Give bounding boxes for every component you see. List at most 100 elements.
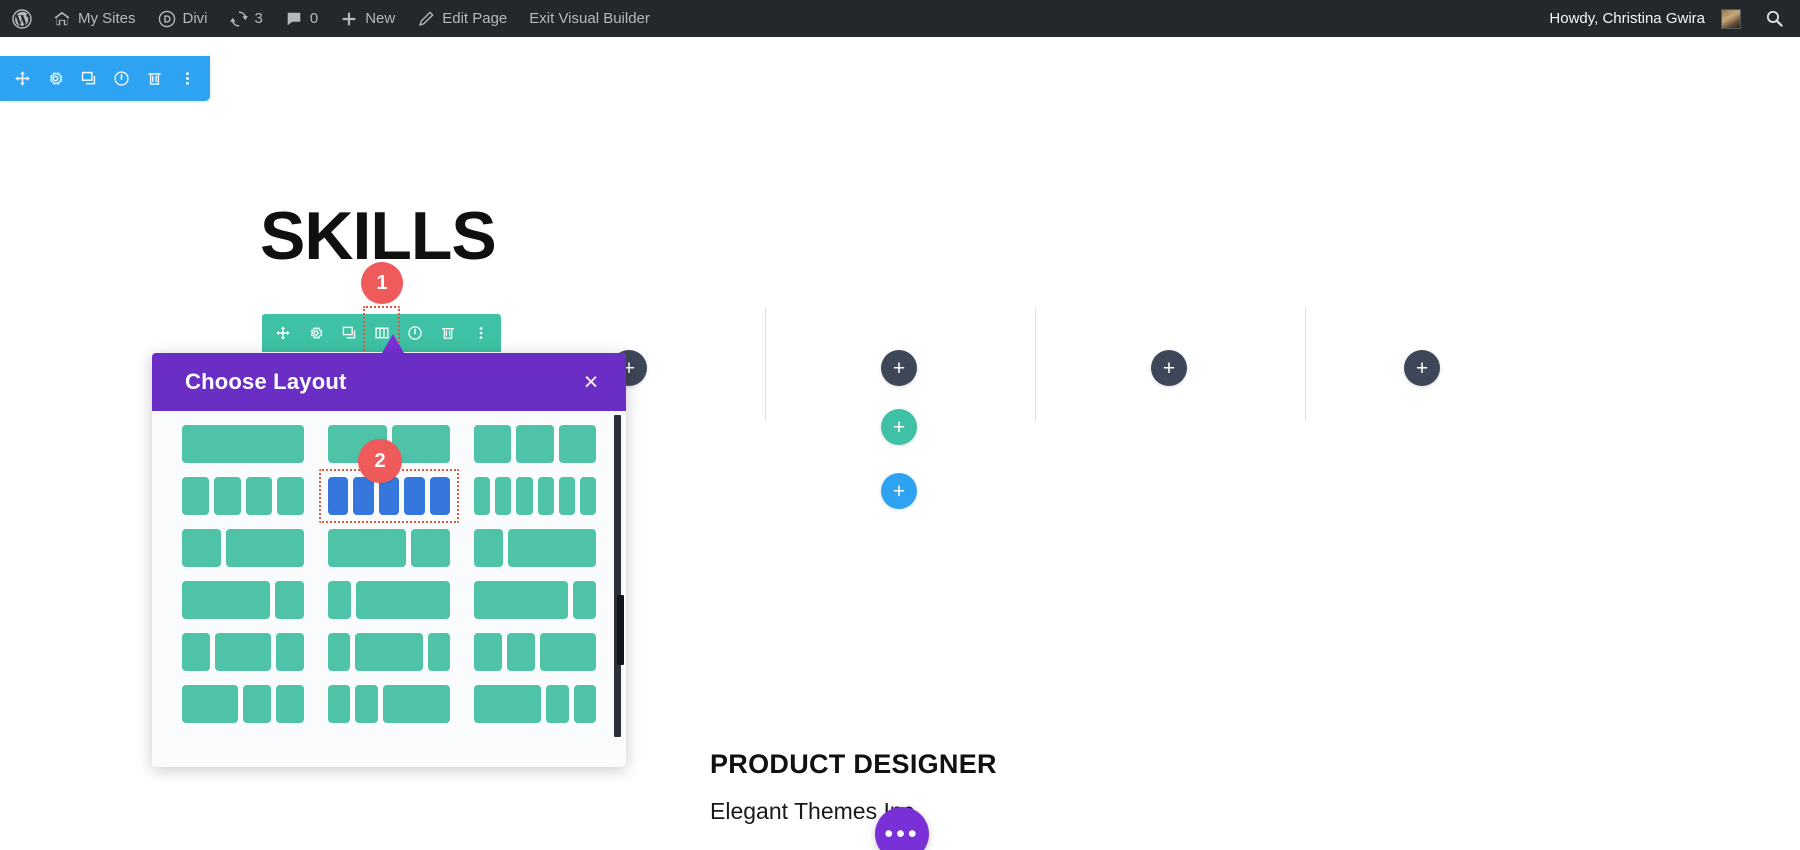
layout-cell	[226, 529, 304, 567]
layout-cell	[328, 581, 352, 619]
row-gear-icon[interactable]	[299, 314, 332, 352]
layout-option-0-0[interactable]	[182, 425, 304, 463]
updates-icon	[229, 10, 248, 28]
section-move-handle-icon[interactable]	[6, 56, 39, 101]
layout-row	[182, 633, 596, 671]
section-more-vertical-icon[interactable]	[171, 56, 204, 101]
layout-row	[182, 581, 596, 619]
layout-cell	[328, 633, 351, 671]
layout-cell	[382, 685, 451, 723]
adminbar-item-account[interactable]: Howdy, Christina Gwira	[1538, 0, 1752, 37]
layout-cell	[404, 477, 425, 515]
layout-option-2-0[interactable]	[182, 529, 304, 567]
layout-cell	[182, 477, 209, 515]
layout-cell	[516, 477, 533, 515]
row-more-vertical-icon[interactable]	[464, 314, 497, 352]
layout-option-4-2[interactable]	[474, 633, 596, 671]
layout-cell	[276, 685, 304, 723]
layout-option-0-2[interactable]	[474, 425, 596, 463]
adminbar-label-updates-count: 3	[254, 10, 263, 27]
layout-cell	[579, 477, 597, 515]
layout-cell	[245, 477, 273, 515]
adminbar-right-group: Howdy, Christina Gwira	[1538, 0, 1800, 37]
layout-cell	[213, 477, 241, 515]
modal-scrollbar-thumb[interactable]	[617, 595, 624, 665]
step-badge-2: 2	[358, 439, 402, 483]
plus-icon	[340, 10, 358, 28]
layout-option-3-0[interactable]	[182, 581, 304, 619]
layout-cell	[182, 529, 221, 567]
divi-floating-menu-button[interactable]: •••	[875, 807, 929, 850]
comments-icon	[285, 10, 303, 28]
layout-option-1-0[interactable]	[182, 477, 304, 515]
layout-cell	[572, 581, 596, 619]
layout-option-3-1[interactable]	[328, 581, 450, 619]
adminbar-item-search[interactable]	[1752, 0, 1800, 37]
layout-cell	[474, 685, 542, 723]
layout-cell	[182, 633, 210, 671]
layout-option-2-2[interactable]	[474, 529, 596, 567]
adminbar-item-wordpress[interactable]	[0, 0, 42, 37]
adminbar-item-new[interactable]: New	[329, 0, 406, 37]
layout-option-2-1[interactable]	[328, 529, 450, 567]
add-module-button-2[interactable]: +	[1151, 350, 1187, 386]
layout-cell	[182, 425, 304, 463]
layout-option-4-1[interactable]	[328, 633, 451, 671]
layout-cell	[182, 685, 238, 723]
row-move-handle-icon[interactable]	[266, 314, 299, 352]
layout-cell	[429, 477, 451, 515]
add-row-button[interactable]: +	[881, 409, 917, 445]
section-duplicate-icon[interactable]	[72, 56, 105, 101]
layout-cell	[355, 633, 423, 671]
layout-cell	[328, 529, 406, 567]
layout-cell	[546, 685, 569, 723]
column-divider-2	[1035, 308, 1036, 421]
howdy-label: Howdy, Christina Gwira	[1549, 10, 1705, 27]
layout-option-4-0[interactable]	[182, 633, 304, 671]
column-divider-3	[1305, 308, 1306, 421]
close-icon[interactable]: ×	[576, 367, 606, 397]
layout-option-5-0[interactable]	[182, 685, 304, 723]
layout-cell	[495, 477, 512, 515]
adminbar-label-edit-page: Edit Page	[442, 10, 508, 27]
layout-option-3-2[interactable]	[474, 581, 596, 619]
adminbar-item-my-sites[interactable]: My Sites	[42, 0, 147, 37]
layout-option-5-2[interactable]	[474, 685, 597, 723]
layout-cell	[537, 477, 554, 515]
layout-option-5-1[interactable]	[328, 685, 451, 723]
section-trash-icon[interactable]	[138, 56, 171, 101]
section-gear-icon[interactable]	[39, 56, 72, 101]
layout-option-1-2[interactable]	[474, 477, 597, 515]
layout-cell	[474, 581, 568, 619]
avatar	[1721, 8, 1741, 29]
row-trash-icon[interactable]	[431, 314, 464, 352]
add-section-button[interactable]: +	[881, 473, 917, 509]
add-module-button-3[interactable]: +	[1404, 350, 1440, 386]
layout-option-1-1[interactable]	[319, 469, 459, 523]
layout-row	[182, 685, 597, 723]
visual-builder-canvas: SKILLS NCE + + + + + + + PRODUCT DESIGNE…	[0, 37, 1800, 850]
adminbar-item-comments[interactable]: 0	[274, 0, 329, 37]
adminbar-item-edit-page[interactable]: Edit Page	[406, 0, 518, 37]
my-sites-icon	[53, 10, 71, 28]
adminbar-label-exit-visual-builder: Exit Visual Builder	[529, 10, 650, 27]
row-duplicate-icon[interactable]	[332, 314, 365, 352]
layout-cell	[427, 633, 451, 671]
layout-row	[182, 529, 596, 567]
modal-scrollbar[interactable]	[614, 415, 624, 737]
layout-cell	[474, 477, 491, 515]
add-module-button-1[interactable]: +	[881, 350, 917, 386]
layout-cell	[356, 581, 450, 619]
section-toolbar[interactable]	[0, 56, 210, 101]
adminbar-label-new: New	[365, 10, 396, 27]
layout-cell	[411, 529, 450, 567]
layout-cell	[558, 425, 596, 463]
adminbar-item-exit-visual-builder[interactable]: Exit Visual Builder	[518, 0, 661, 37]
section-power-icon[interactable]	[105, 56, 138, 101]
layout-cell	[508, 529, 596, 567]
layout-cell	[215, 633, 271, 671]
layout-cell	[474, 425, 512, 463]
adminbar-item-divi[interactable]: Divi	[147, 0, 219, 37]
adminbar-label-divi: Divi	[182, 10, 208, 27]
adminbar-item-updates[interactable]: 3	[219, 0, 274, 37]
